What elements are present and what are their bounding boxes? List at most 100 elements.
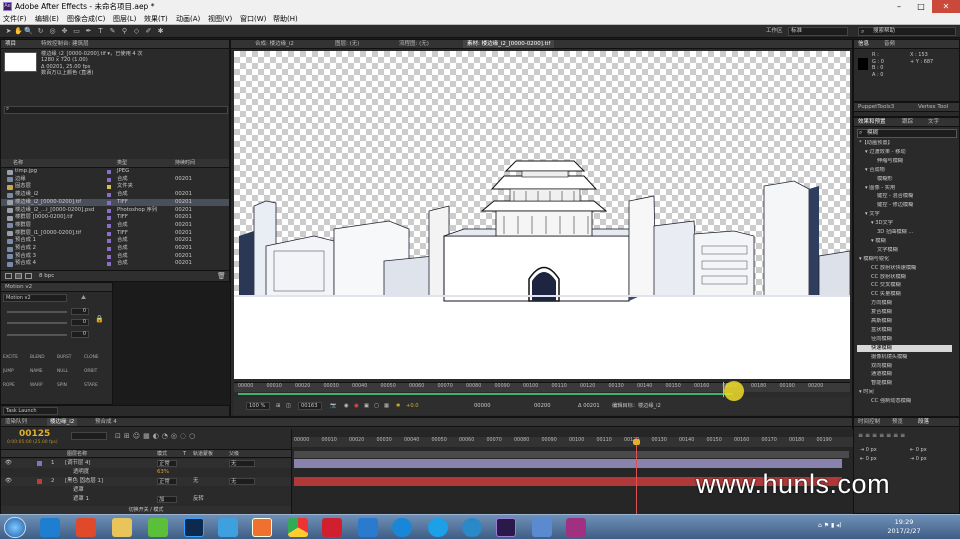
- motion-blend-button[interactable]: BLEND: [30, 353, 56, 362]
- effect-item[interactable]: 3D 扭曲模糊 ...: [857, 229, 952, 237]
- motion-rope-button[interactable]: ROPE: [3, 381, 29, 390]
- timeline-ruler[interactable]: 00000 00010 00020 00030 00040 00050 00060 00070…: [292, 437, 854, 447]
- tab-motion[interactable]: Motion v2: [5, 283, 32, 291]
- workspace-select[interactable]: 标准: [788, 27, 848, 36]
- effect-item[interactable]: 方向模糊: [857, 300, 952, 308]
- footage-canvas[interactable]: [234, 51, 850, 379]
- menu-edit[interactable]: 编辑(E): [35, 14, 59, 24]
- motion-stare-button[interactable]: STARE: [84, 381, 110, 390]
- project-item[interactable]: 边缘 合成 00201: [1, 176, 229, 184]
- effect-item[interactable]: 径向模糊: [857, 336, 952, 344]
- parent-select[interactable]: 无: [229, 478, 255, 485]
- label-color-swatch[interactable]: [107, 239, 111, 244]
- timeline-property[interactable]: 遮罩: [1, 486, 291, 495]
- menu-composition[interactable]: 图像合成(C): [67, 14, 105, 24]
- space-after-value[interactable]: 0 px: [916, 456, 927, 462]
- motion-slider-3[interactable]: [7, 334, 67, 336]
- tab-effect-controls[interactable]: 特效控制台: 建筑层: [41, 40, 89, 48]
- task-launch-select[interactable]: Task Launch: [3, 407, 58, 415]
- label-color-swatch[interactable]: [107, 262, 111, 267]
- cloud-icon[interactable]: [218, 518, 238, 537]
- effect-item[interactable]: 模糊形: [857, 176, 952, 184]
- project-item[interactable]: 楼边缘_i2_[0000-0200].tif TIFF 00201: [1, 198, 229, 207]
- project-item[interactable]: 楼群层 合成 00201: [1, 222, 229, 230]
- motion-burst-button[interactable]: BURST: [57, 353, 83, 362]
- effect-item[interactable]: CC 矢量模糊: [857, 291, 952, 299]
- label-color-swatch[interactable]: [107, 200, 111, 205]
- project-item[interactable]: 预合成 1 合成 00201: [1, 237, 229, 245]
- playhead-handle[interactable]: [633, 439, 640, 445]
- col-mode[interactable]: 模式: [157, 450, 167, 458]
- bit-depth-button[interactable]: 8 bpc: [39, 272, 54, 281]
- effect-item[interactable]: ▾ 3D文字: [857, 220, 952, 228]
- col-name[interactable]: 名称: [13, 159, 23, 168]
- tab-composition-timeline[interactable]: 楼边缘_i2: [47, 418, 78, 426]
- pen-tool-icon[interactable]: ✒: [84, 27, 93, 36]
- current-timecode[interactable]: 00125: [19, 429, 50, 439]
- motion-null-button[interactable]: NULL: [57, 367, 83, 376]
- chrome-icon[interactable]: [288, 518, 308, 537]
- mask-visibility-icon[interactable]: ◫: [286, 397, 291, 415]
- visibility-eye-icon[interactable]: 👁: [5, 477, 12, 486]
- effect-item[interactable]: 智能模糊: [857, 380, 952, 388]
- effect-item[interactable]: 盒状模糊: [857, 327, 952, 335]
- app-icon[interactable]: [148, 518, 168, 537]
- pan-behind-tool-icon[interactable]: ✥: [60, 27, 69, 36]
- close-button[interactable]: ✕: [932, 0, 960, 13]
- tab-paragraph[interactable]: 段落: [918, 418, 929, 426]
- mask-tool-icon[interactable]: ▭: [72, 27, 81, 36]
- toggle-switches-modes[interactable]: 切换开关 / 模式: [1, 506, 291, 514]
- property-value[interactable]: 63%: [157, 468, 169, 477]
- menu-animation[interactable]: 动画(A): [176, 14, 200, 24]
- layer-mode-select[interactable]: 加: [157, 496, 177, 503]
- tab-time-controls[interactable]: 时间控制: [858, 418, 880, 426]
- tab-render-queue[interactable]: 渲染队列: [5, 418, 27, 426]
- project-search-input[interactable]: [4, 106, 228, 114]
- motion-excite-button[interactable]: EXCITE: [3, 353, 29, 362]
- work-area-bar[interactable]: [294, 451, 849, 458]
- layer-label-swatch[interactable]: [37, 479, 42, 484]
- pixel-aspect-icon[interactable]: ▣: [364, 397, 369, 415]
- snapshot-icon[interactable]: 📷: [330, 397, 336, 415]
- effects-search-input[interactable]: 模糊: [857, 129, 957, 138]
- new-folder-icon[interactable]: [15, 273, 22, 279]
- menu-window[interactable]: 窗口(W): [240, 14, 266, 24]
- effect-item[interactable]: 伸缩与模糊: [857, 158, 952, 166]
- media-icon[interactable]: [322, 518, 342, 537]
- layer-mode-select[interactable]: 正常: [157, 478, 177, 485]
- shy-icon[interactable]: ☺: [133, 432, 143, 440]
- maximize-button[interactable]: □: [910, 0, 932, 13]
- effect-item[interactable]: CC 放射状快速模糊: [857, 265, 952, 273]
- label-color-swatch[interactable]: [107, 254, 111, 259]
- motion-spin-button[interactable]: SPIN: [57, 381, 83, 390]
- new-composition-icon[interactable]: [25, 273, 32, 279]
- draft-3d-icon[interactable]: ⊞: [124, 432, 133, 440]
- label-color-swatch[interactable]: [107, 177, 111, 182]
- label-color-swatch[interactable]: [107, 170, 111, 174]
- timeline-layer[interactable]: 👁 1 [调节层 4] 正常 无: [1, 459, 291, 468]
- motion-value-2[interactable]: 0: [71, 319, 89, 326]
- tab-flowchart[interactable]: 流程图: (无): [399, 40, 429, 48]
- timeline-search-input[interactable]: [71, 432, 107, 440]
- label-color-swatch[interactable]: [107, 216, 111, 221]
- effect-category[interactable]: ▾ 文字: [857, 211, 952, 219]
- current-frame-field[interactable]: 00163: [298, 402, 322, 410]
- clock[interactable]: 19:29 2017/2/27: [884, 518, 924, 536]
- layer-1-bar[interactable]: [294, 459, 842, 468]
- exposure-value[interactable]: +0.0: [406, 397, 419, 415]
- col-duration[interactable]: 持续时间: [175, 159, 195, 168]
- col-t[interactable]: T: [183, 450, 186, 458]
- project-item[interactable]: timp.jpg JPEG: [1, 168, 229, 176]
- effect-item[interactable]: CC 放射状模糊: [857, 274, 952, 282]
- brush-tool-icon[interactable]: ✎: [108, 27, 117, 36]
- start-button-icon[interactable]: [4, 517, 26, 538]
- col-type[interactable]: 类型: [117, 159, 127, 168]
- text-tool-icon[interactable]: T: [96, 27, 105, 36]
- tab-layer[interactable]: 图层: (无): [335, 40, 359, 48]
- zoom-tool-icon[interactable]: 🔍: [24, 27, 33, 36]
- effect-item[interactable]: 双向模糊: [857, 363, 952, 371]
- graph-editor-icon[interactable]: ◔: [162, 432, 171, 440]
- effect-item[interactable]: 通道模糊: [857, 371, 952, 379]
- layer-label-swatch[interactable]: [37, 461, 42, 466]
- indent-right-value[interactable]: 0 px: [916, 447, 927, 453]
